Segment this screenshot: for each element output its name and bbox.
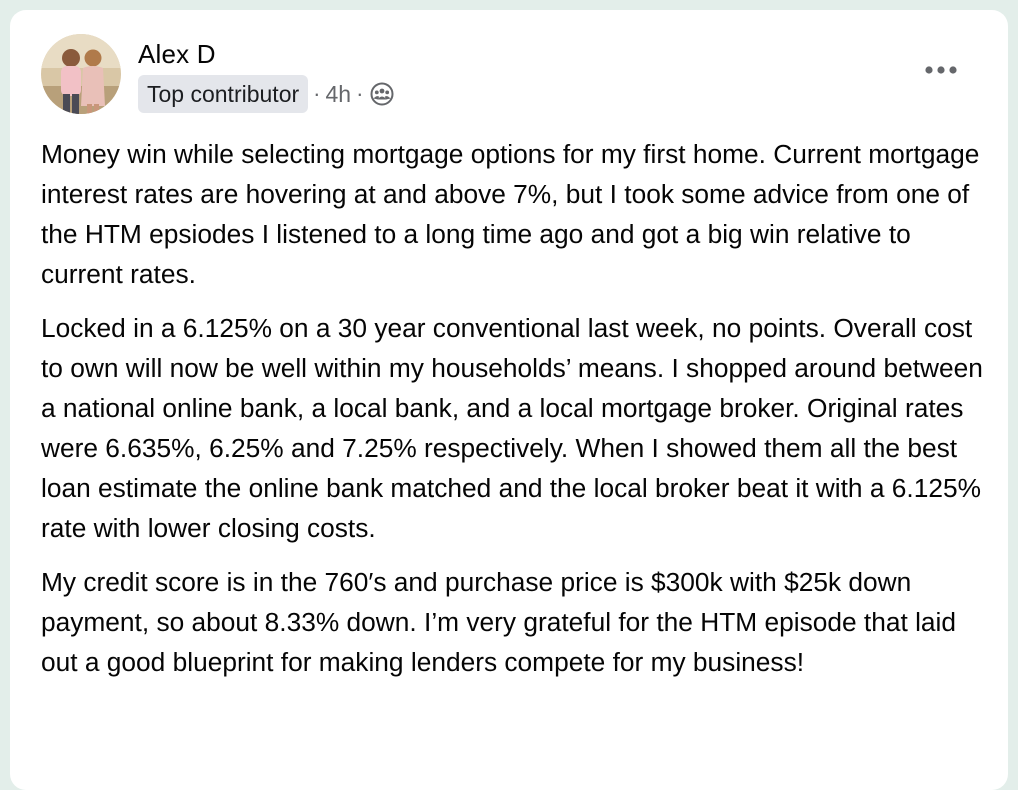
post-card: Alex D Top contributor · 4h · Money win … bbox=[10, 10, 1008, 790]
post-body: Money win while selecting mortgage optio… bbox=[41, 134, 991, 682]
post-paragraph: Money win while selecting mortgage optio… bbox=[41, 139, 980, 289]
author-avatar[interactable] bbox=[41, 34, 121, 114]
more-options-button[interactable] bbox=[918, 52, 964, 88]
author-name[interactable]: Alex D bbox=[138, 39, 216, 70]
post-timestamp[interactable]: 4h bbox=[325, 81, 351, 108]
group-icon[interactable] bbox=[370, 82, 394, 106]
avatar-photo bbox=[41, 34, 121, 114]
post-paragraph: My credit score is in the 760′s and purc… bbox=[41, 567, 957, 677]
meta-separator: · bbox=[313, 81, 321, 106]
top-contributor-badge[interactable]: Top contributor bbox=[138, 75, 309, 113]
meta-separator: · bbox=[356, 81, 364, 106]
post-paragraph: Locked in a 6.125% on a 30 year conventi… bbox=[41, 313, 983, 543]
more-horizontal-icon bbox=[925, 66, 957, 74]
post-meta: Top contributor · 4h · bbox=[138, 75, 394, 113]
